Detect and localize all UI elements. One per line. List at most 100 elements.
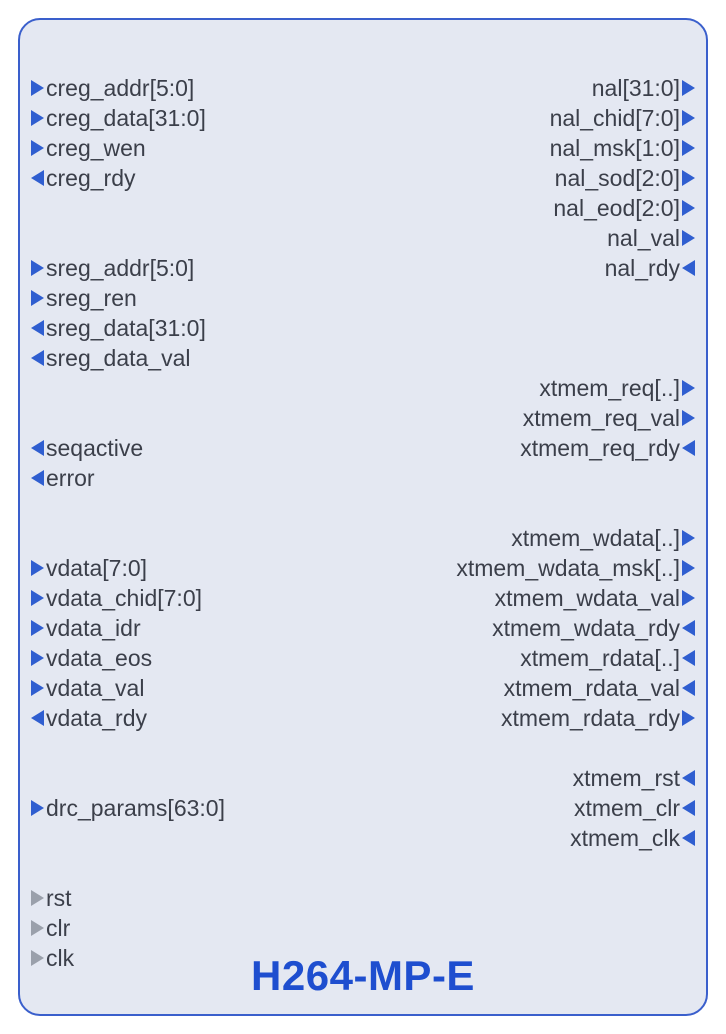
- input-arrow-icon: [682, 650, 695, 666]
- output-arrow-icon: [682, 530, 695, 546]
- port-vdata-eos: vdata_eos: [31, 643, 152, 673]
- port-label: sreg_data_val: [46, 345, 191, 372]
- input-arrow-icon: [31, 800, 44, 816]
- output-arrow-icon: [682, 170, 695, 186]
- ip-block: creg_addr[5:0] creg_data[31:0] creg_wencre…: [18, 18, 708, 1016]
- input-arrow-icon: [682, 260, 695, 276]
- port-label: xtmem_wdata[..]: [511, 525, 680, 552]
- port-vdata-rdy: vdata_rdy: [31, 703, 147, 733]
- port-label: xtmem_rst: [573, 765, 680, 792]
- port-label: vdata_idr: [46, 615, 141, 642]
- port-vdata-chid: vdata_chid[7:0]: [31, 583, 202, 613]
- port-creg-data: creg_data[31:0]: [31, 103, 206, 133]
- port-label: sreg_data[31:0]: [46, 315, 206, 342]
- port-label: error: [46, 465, 95, 492]
- input-arrow-icon: [31, 650, 44, 666]
- port-xtmem-wdata-val: xtmem_wdata_val: [495, 583, 695, 613]
- port-label: nal_chid[7:0]: [550, 105, 680, 132]
- port-label: nal_val: [607, 225, 680, 252]
- port-label: vdata_rdy: [46, 705, 147, 732]
- port-xtmem-rdata: xtmem_rdata[..]: [520, 643, 695, 673]
- output-arrow-icon: [682, 380, 695, 396]
- port-sreg-data-val: sreg_data_val: [31, 343, 191, 373]
- output-arrow-icon: [682, 80, 695, 96]
- output-arrow-icon: [31, 470, 44, 486]
- port-xtmem-wdata-rdy: xtmem_wdata_rdy: [492, 613, 695, 643]
- port-label: clr: [46, 915, 70, 942]
- port-label: xtmem_wdata_msk[..]: [456, 555, 680, 582]
- port-label: xtmem_req_rdy: [520, 435, 680, 462]
- input-arrow-icon: [682, 620, 695, 636]
- port-label: creg_addr[5:0]: [46, 75, 194, 102]
- port-xtmem-clk: xtmem_clk: [570, 823, 695, 853]
- output-arrow-icon: [682, 560, 695, 576]
- output-arrow-icon: [31, 320, 44, 336]
- port-xtmem-clr: xtmem_clr: [574, 793, 695, 823]
- input-arrow-icon: [31, 590, 44, 606]
- port-vdata-idr: vdata_idr: [31, 613, 141, 643]
- port-vdata-val: vdata_val: [31, 673, 144, 703]
- port-label: xtmem_req[..]: [539, 375, 680, 402]
- input-arrow-icon: [682, 440, 695, 456]
- port-creg-addr: creg_addr[5:0]: [31, 73, 194, 103]
- port-creg-wen: creg_wen: [31, 133, 146, 163]
- port-label: xtmem_wdata_val: [495, 585, 680, 612]
- input-arrow-icon: [682, 770, 695, 786]
- input-arrow-icon: [31, 140, 44, 156]
- port-label: nal_rdy: [605, 255, 680, 282]
- output-arrow-icon: [31, 920, 44, 936]
- input-arrow-icon: [31, 290, 44, 306]
- port-label: seqactive: [46, 435, 143, 462]
- input-arrow-icon: [31, 110, 44, 126]
- port-label: xtmem_wdata_rdy: [492, 615, 680, 642]
- port-label: rst: [46, 885, 72, 912]
- port-sreg-data: sreg_data[31:0]: [31, 313, 206, 343]
- port-label: vdata[7:0]: [46, 555, 147, 582]
- input-arrow-icon: [31, 80, 44, 96]
- input-arrow-icon: [682, 680, 695, 696]
- output-arrow-icon: [682, 200, 695, 216]
- port-label: creg_rdy: [46, 165, 135, 192]
- input-arrow-icon: [31, 260, 44, 276]
- block-title: H264-MP-E: [20, 952, 706, 1000]
- output-arrow-icon: [682, 110, 695, 126]
- port-label: xtmem_clk: [570, 825, 680, 852]
- input-arrow-icon: [31, 680, 44, 696]
- input-arrow-icon: [31, 560, 44, 576]
- input-arrow-icon: [682, 830, 695, 846]
- port-nal: nal[31:0]: [592, 73, 695, 103]
- port-label: xtmem_clr: [574, 795, 680, 822]
- port-label: xtmem_req_val: [523, 405, 680, 432]
- port-xtmem-req-rdy: xtmem_req_rdy: [520, 433, 695, 463]
- port-label: creg_wen: [46, 135, 146, 162]
- port-vdata: vdata[7:0]: [31, 553, 147, 583]
- port-sreg-addr: sreg_addr[5:0]: [31, 253, 194, 283]
- port-error: error: [31, 463, 95, 493]
- port-label: vdata_eos: [46, 645, 152, 672]
- port-xtmem-wdata: xtmem_wdata[..]: [511, 523, 695, 553]
- port-nal-chid: nal_chid[7:0]: [550, 103, 695, 133]
- port-clr: clr: [31, 913, 70, 943]
- output-arrow-icon: [682, 710, 695, 726]
- output-arrow-icon: [31, 440, 44, 456]
- port-label: vdata_chid[7:0]: [46, 585, 202, 612]
- port-label: drc_params[63:0]: [46, 795, 225, 822]
- port-sreg-ren: sreg_ren: [31, 283, 137, 313]
- port-creg-rdy: creg_rdy: [31, 163, 135, 193]
- port-nal-val: nal_val: [607, 223, 695, 253]
- port-seqactive: seqactive: [31, 433, 143, 463]
- port-xtmem-rst: xtmem_rst: [573, 763, 695, 793]
- port-xtmem-req: xtmem_req[..]: [539, 373, 695, 403]
- port-nal-msk: nal_msk[1:0]: [550, 133, 695, 163]
- port-nal-rdy: nal_rdy: [605, 253, 695, 283]
- output-arrow-icon: [31, 710, 44, 726]
- port-label: creg_data[31:0]: [46, 105, 206, 132]
- port-xtmem-req-val: xtmem_req_val: [523, 403, 695, 433]
- port-xtmem-rdata-rdy: xtmem_rdata_rdy: [501, 703, 695, 733]
- port-label: sreg_ren: [46, 285, 137, 312]
- port-label: nal_eod[2:0]: [553, 195, 680, 222]
- port-xtmem-wdata-msk: xtmem_wdata_msk[..]: [456, 553, 695, 583]
- output-arrow-icon: [31, 890, 44, 906]
- port-label: sreg_addr[5:0]: [46, 255, 194, 282]
- output-arrow-icon: [31, 170, 44, 186]
